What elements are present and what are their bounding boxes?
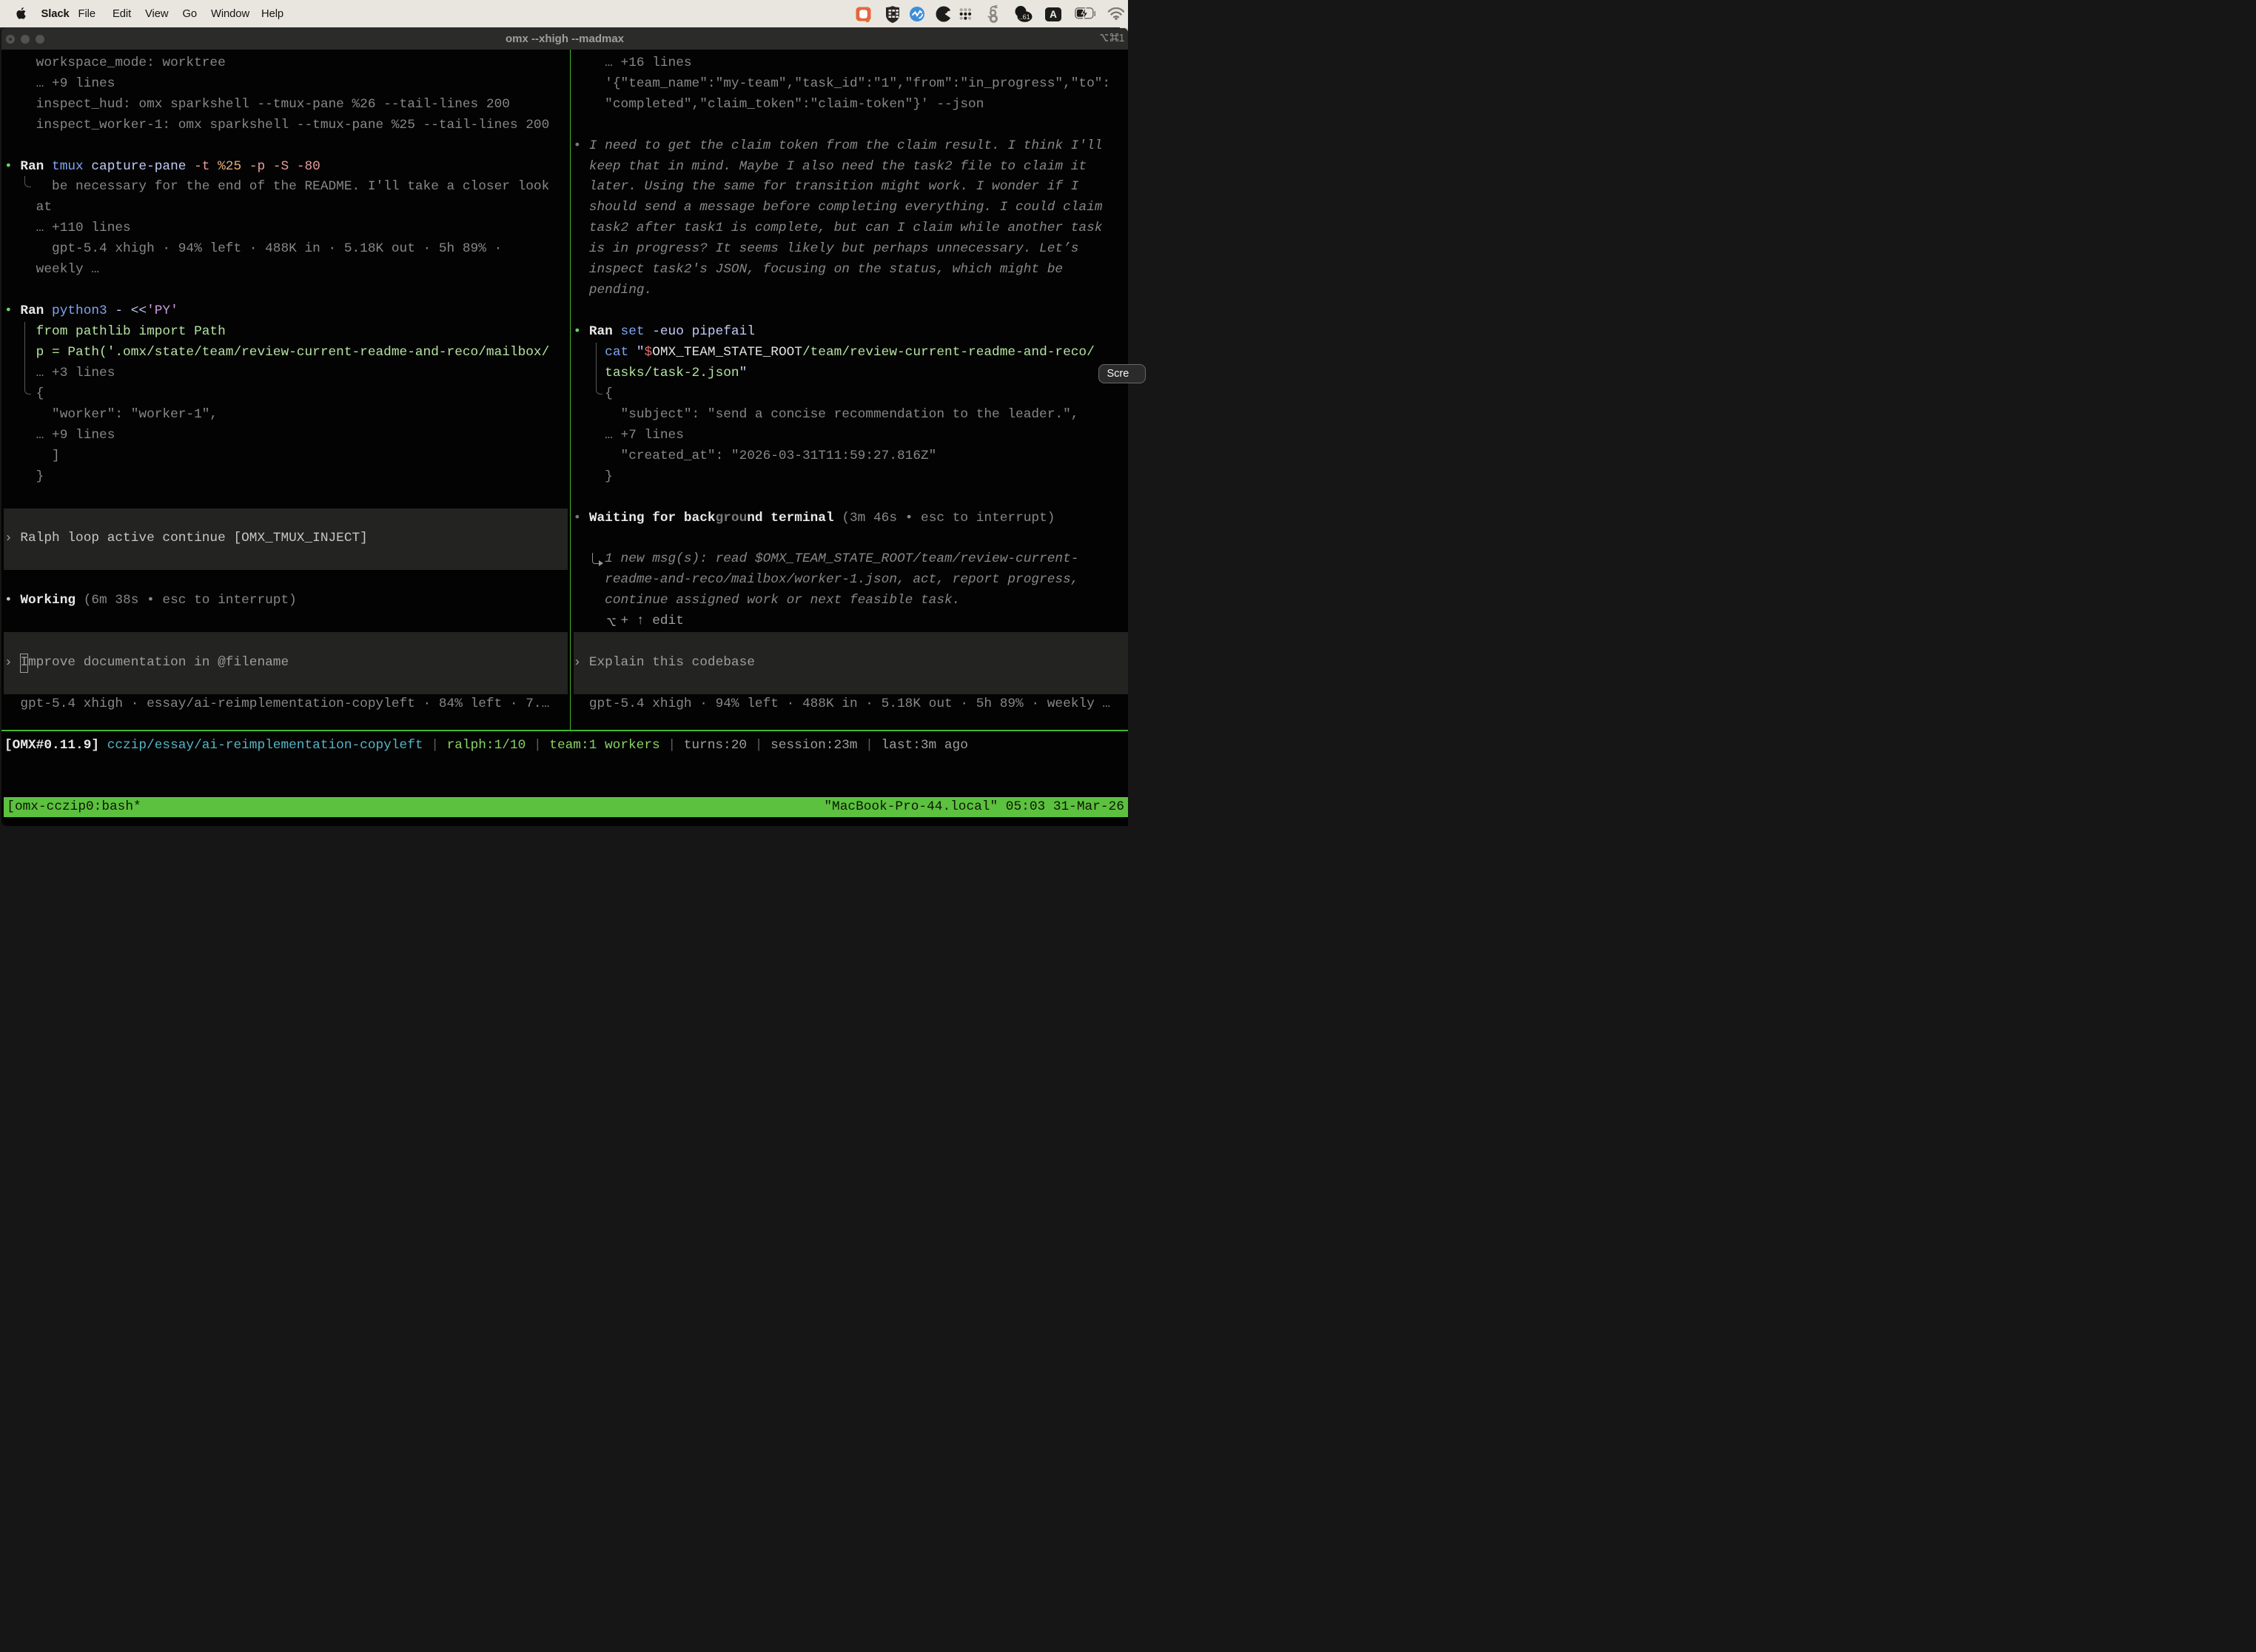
svg-text:..61: ..61: [1019, 13, 1030, 21]
